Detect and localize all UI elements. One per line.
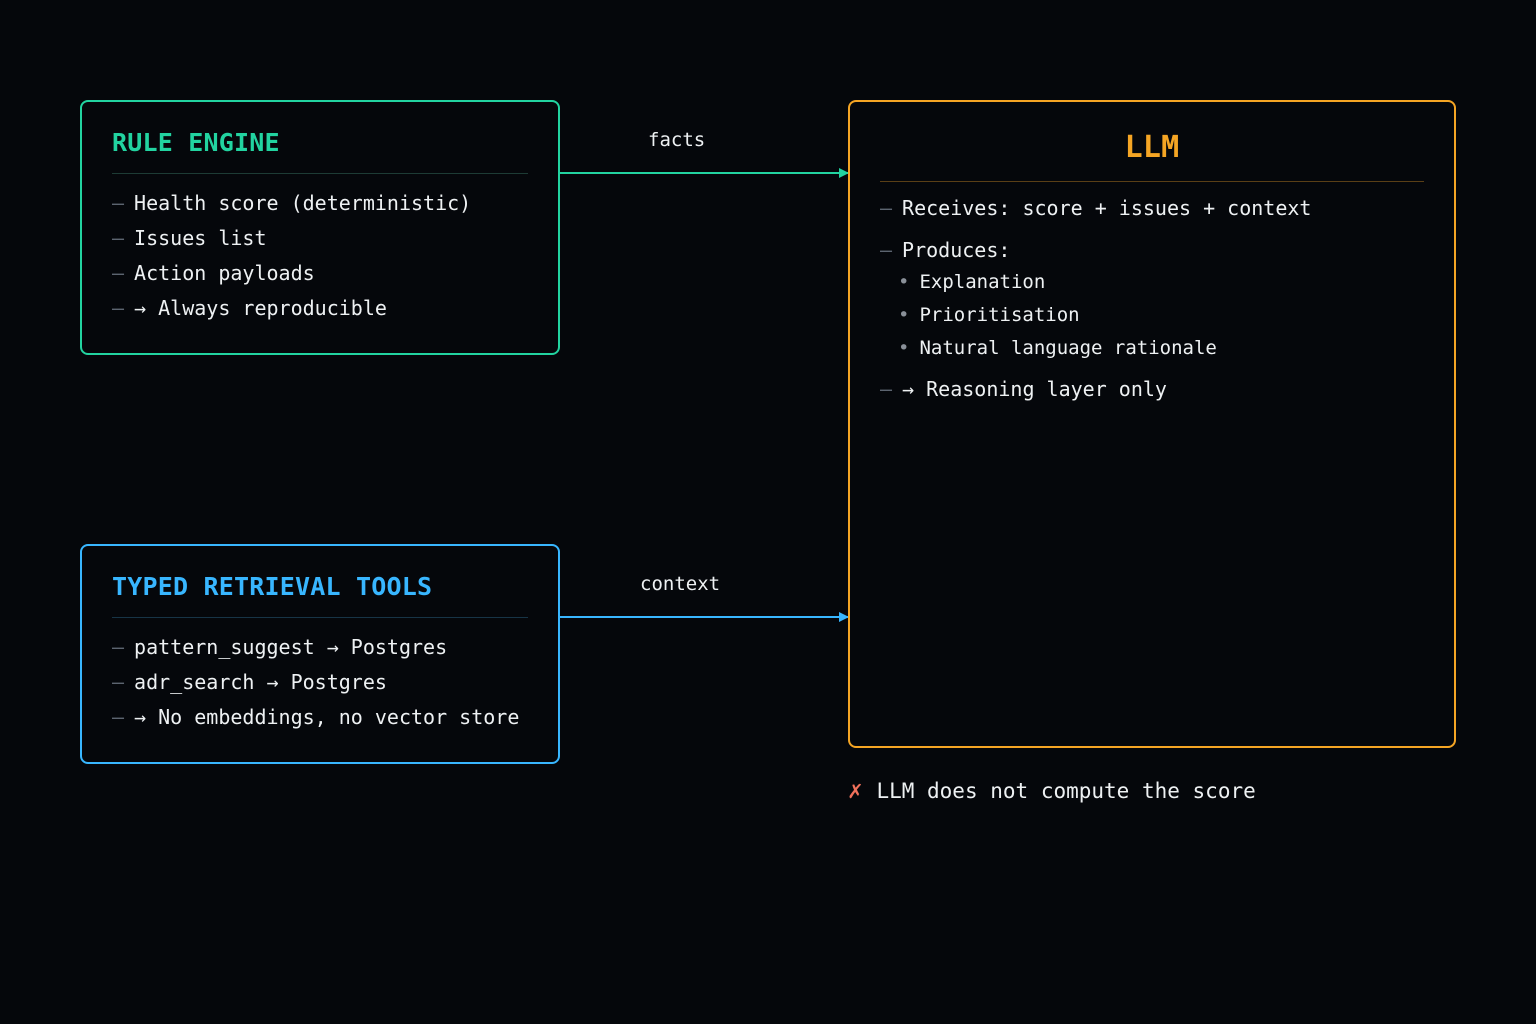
rule-engine-box: RULE ENGINE – Health score (deterministic… xyxy=(80,100,560,355)
context-edge-label: context xyxy=(640,573,721,595)
cross-mark-icon: ✗ xyxy=(848,776,863,804)
list-item: – Receives: score + issues + context xyxy=(880,192,1434,224)
list-item: – pattern_suggest → Postgres xyxy=(112,630,538,665)
reasoning-text: → Reasoning layer only xyxy=(902,377,1167,401)
llm-list: – Receives: score + issues + context – Pro… xyxy=(880,192,1434,405)
sub-list-item-text: Prioritisation xyxy=(919,304,1080,326)
dash-marker: – xyxy=(112,670,125,694)
sub-list-item: • Explanation xyxy=(880,266,1434,299)
typed-retrieval-tools-divider xyxy=(112,617,528,618)
list-item: – Issues list xyxy=(112,221,538,256)
rule-engine-list: – Health score (deterministic) – Issues li… xyxy=(112,186,538,326)
list-item-text: → No embeddings, no vector store xyxy=(134,705,520,729)
score-note-text: LLM does not compute the score xyxy=(876,779,1256,803)
list-item: – → Reasoning layer only xyxy=(880,373,1434,405)
dash-marker: – xyxy=(880,196,893,220)
typed-retrieval-tools-title: TYPED RETRIEVAL TOOLS xyxy=(112,572,433,601)
list-item-text: Health score (deterministic) xyxy=(134,191,472,215)
bullet-marker: • xyxy=(898,337,910,359)
llm-box: LLM – Receives: score + issues + context … xyxy=(848,100,1456,748)
list-item: – Produces: xyxy=(880,234,1434,266)
dash-marker: – xyxy=(880,377,893,401)
receives-text: Receives: score + issues + context xyxy=(902,196,1312,220)
list-item: – adr_search → Postgres xyxy=(112,665,538,700)
typed-retrieval-tools-box: TYPED RETRIEVAL TOOLS – pattern_suggest →… xyxy=(80,544,560,764)
sub-list-item: • Natural language rationale xyxy=(880,332,1434,365)
rule-engine-divider xyxy=(112,173,528,174)
list-item-text: Action payloads xyxy=(134,261,315,285)
list-item-text: pattern_suggest → Postgres xyxy=(134,635,448,659)
dash-marker: – xyxy=(112,191,125,215)
list-item-text: → Always reproducible xyxy=(134,296,387,320)
dash-marker: – xyxy=(880,238,893,262)
llm-title: LLM xyxy=(1124,130,1180,165)
bullet-marker: • xyxy=(898,304,910,326)
sub-list-item-text: Natural language rationale xyxy=(919,337,1217,359)
list-item-text: Issues list xyxy=(134,226,267,250)
sub-list-item-text: Explanation xyxy=(919,271,1046,293)
sub-list-item: • Prioritisation xyxy=(880,299,1434,332)
list-item-text: adr_search → Postgres xyxy=(134,670,387,694)
typed-retrieval-tools-list: – pattern_suggest → Postgres – adr_search … xyxy=(112,630,538,735)
list-item: – Health score (deterministic) xyxy=(112,186,538,221)
dash-marker: – xyxy=(112,261,125,285)
dash-marker: – xyxy=(112,226,125,250)
dash-marker: – xyxy=(112,705,125,729)
rule-engine-title: RULE ENGINE xyxy=(112,128,280,157)
produces-text: Produces: xyxy=(902,238,1011,262)
list-item: – → No embeddings, no vector store xyxy=(112,700,538,735)
score-note: ✗ LLM does not compute the score xyxy=(848,776,1256,804)
llm-divider xyxy=(880,181,1424,182)
facts-edge-label: facts xyxy=(648,129,706,151)
dash-marker: – xyxy=(112,635,125,659)
bullet-marker: • xyxy=(898,271,910,293)
list-item: – Action payloads xyxy=(112,256,538,291)
list-item: – → Always reproducible xyxy=(112,291,538,326)
dash-marker: – xyxy=(112,296,125,320)
